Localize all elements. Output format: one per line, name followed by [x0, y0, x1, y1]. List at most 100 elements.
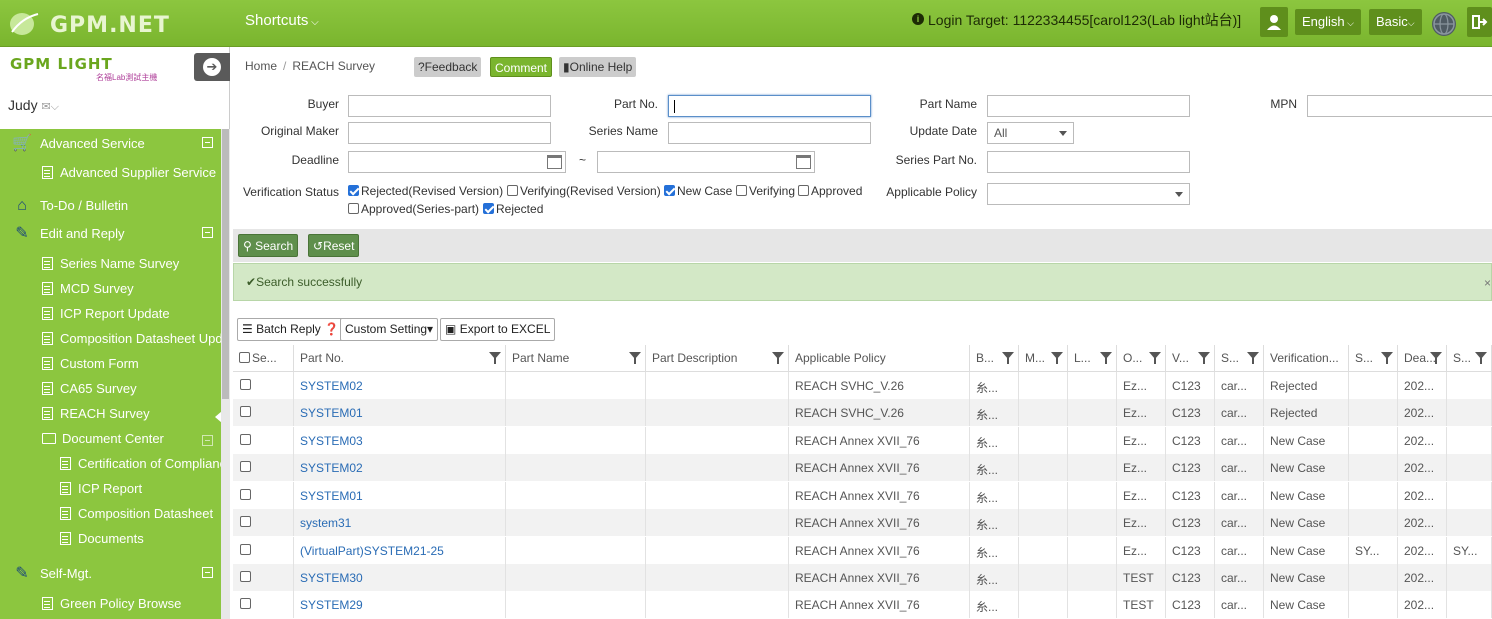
table-row[interactable]: (VirtualPart)SYSTEM21-25 REACH Annex XVII… [233, 537, 1492, 564]
series-part-no-input[interactable] [987, 151, 1190, 173]
filter-icon[interactable] [1198, 352, 1210, 364]
menu-edit-and-reply[interactable]: ✎ Edit and Reply [12, 223, 124, 243]
status-approved-checkbox[interactable]: Approved [798, 184, 862, 198]
online-help-button[interactable]: ▮Online Help [559, 57, 637, 77]
row-checkbox[interactable] [240, 461, 251, 472]
status-new-case-checkbox[interactable]: New Case [664, 184, 732, 198]
row-checkbox[interactable] [240, 379, 251, 390]
part-no-link[interactable]: SYSTEM02 [294, 454, 506, 481]
shortcuts-menu[interactable]: Shortcuts ⌵ [245, 12, 319, 29]
language-select[interactable]: English ⌵ [1295, 9, 1361, 35]
status-rejected-revised-checkbox[interactable]: Rejected(Revised Version) [348, 184, 503, 198]
comment-button[interactable]: Comment [490, 57, 553, 77]
column-header[interactable]: S... [1215, 345, 1264, 372]
breadcrumb-home[interactable]: Home [245, 59, 277, 73]
filter-icon[interactable] [1051, 352, 1063, 364]
mpn-input[interactable] [1307, 95, 1492, 117]
column-header[interactable]: L... [1068, 345, 1117, 372]
globe-icon[interactable] [1432, 12, 1456, 36]
column-header[interactable]: Part Name [506, 345, 646, 372]
calendar-icon[interactable] [796, 155, 811, 169]
mode-select[interactable]: Basic⌵ [1369, 9, 1422, 35]
table-row[interactable]: SYSTEM29 REACH Annex XVII_76 糸... TEST C123 c… [233, 591, 1492, 618]
menu-ca65-survey[interactable]: CA65 Survey [42, 381, 137, 396]
menu-documents[interactable]: Documents [60, 531, 144, 546]
collapse-icon[interactable] [202, 227, 213, 238]
column-header[interactable]: S... [1447, 345, 1492, 372]
column-header[interactable]: Dea... [1398, 345, 1447, 372]
gpm-net-logo[interactable]: GPM.NET [8, 8, 169, 40]
menu-composition-datasheet-update[interactable]: Composition Datasheet Update [42, 331, 221, 346]
custom-setting-button[interactable]: Custom Setting▾ [340, 318, 439, 341]
status-verifying-checkbox[interactable]: Verifying [736, 184, 795, 198]
calendar-icon[interactable] [547, 155, 562, 169]
menu-icp-report[interactable]: ICP Report [60, 481, 142, 496]
series-name-input[interactable] [668, 122, 871, 144]
part-no-link[interactable]: SYSTEM29 [294, 591, 506, 618]
table-row[interactable]: SYSTEM02 REACH Annex XVII_76 糸... Ez... C123… [233, 454, 1492, 481]
row-checkbox[interactable] [240, 489, 251, 500]
search-button[interactable]: ⚲ Search [238, 234, 299, 257]
status-verifying-revised-checkbox[interactable]: Verifying(Revised Version) [507, 184, 661, 198]
user-menu[interactable]: Judy ✉⌵ [8, 97, 59, 114]
user-button[interactable] [1260, 7, 1288, 37]
original-maker-input[interactable] [348, 122, 551, 144]
logout-button[interactable] [1467, 7, 1492, 37]
menu-advanced-service[interactable]: 🛒 Advanced Service [12, 133, 145, 153]
menu-todo-bulletin[interactable]: ⌂ To-Do / Bulletin [12, 197, 128, 215]
menu-green-policy-browse[interactable]: Green Policy Browse [42, 596, 181, 611]
column-header[interactable]: M... [1019, 345, 1068, 372]
filter-icon[interactable] [1100, 352, 1112, 364]
column-header[interactable]: B... [970, 345, 1019, 372]
update-date-select[interactable]: All [987, 122, 1074, 144]
column-header[interactable]: Verification... [1264, 345, 1349, 372]
batch-reply-button[interactable]: ☰ Batch Reply ❓ [237, 318, 345, 341]
collapse-icon[interactable] [202, 435, 213, 446]
filter-icon[interactable] [772, 352, 784, 364]
menu-icp-report-update[interactable]: ICP Report Update [42, 306, 170, 321]
table-row[interactable]: SYSTEM01 REACH Annex XVII_76 糸... Ez... C123… [233, 482, 1492, 509]
column-header[interactable]: Part Description [646, 345, 789, 372]
status-rejected-checkbox[interactable]: Rejected [483, 202, 543, 216]
column-header[interactable]: Part No. [294, 345, 506, 372]
feedback-button[interactable]: ?Feedback [414, 57, 482, 77]
filter-icon[interactable] [489, 352, 501, 364]
select-all-checkbox[interactable] [239, 352, 250, 363]
column-header[interactable]: Se... [233, 345, 294, 372]
deadline-from-input[interactable] [348, 151, 566, 173]
menu-mcd-survey[interactable]: MCD Survey [42, 281, 134, 296]
table-row[interactable]: SYSTEM01 REACH SVHC_V.26 糸... Ez... C123 car.… [233, 399, 1492, 426]
row-checkbox[interactable] [240, 516, 251, 527]
part-no-link[interactable]: SYSTEM30 [294, 564, 506, 591]
row-checkbox[interactable] [240, 571, 251, 582]
table-row[interactable]: SYSTEM02 REACH SVHC_V.26 糸... Ez... C123 car.… [233, 372, 1492, 399]
menu-self-mgt[interactable]: ✎ Self-Mgt. [12, 563, 92, 583]
row-checkbox[interactable] [240, 544, 251, 555]
part-no-link[interactable]: system31 [294, 509, 506, 536]
menu-certification-of-compliance[interactable]: Certification of Compliance [60, 456, 221, 471]
column-header[interactable]: Applicable Policy [789, 345, 970, 372]
filter-icon[interactable] [1381, 352, 1393, 364]
status-approved-series-checkbox[interactable]: Approved(Series-part) [348, 202, 479, 216]
table-row[interactable]: SYSTEM30 REACH Annex XVII_76 糸... TEST C123 c… [233, 564, 1492, 591]
sidebar-scrollbar[interactable] [221, 129, 230, 619]
collapse-sidebar-button[interactable]: ➔ [194, 53, 230, 81]
table-row[interactable]: system31 REACH Annex XVII_76 糸... Ez... C123… [233, 509, 1492, 536]
column-header[interactable]: V... [1166, 345, 1215, 372]
reset-button[interactable]: ↺Reset [308, 234, 360, 257]
row-checkbox[interactable] [240, 406, 251, 417]
part-no-input[interactable] [668, 95, 871, 117]
menu-document-center[interactable]: Document Center [42, 431, 164, 446]
menu-reach-survey[interactable]: REACH Survey [42, 406, 150, 421]
part-no-link[interactable]: SYSTEM01 [294, 399, 506, 426]
menu-advanced-supplier-service[interactable]: Advanced Supplier Service [42, 165, 216, 180]
menu-composition-datasheet[interactable]: Composition Datasheet [60, 506, 213, 521]
filter-icon[interactable] [1430, 352, 1442, 364]
export-excel-button[interactable]: ▣ Export to EXCEL [440, 318, 556, 341]
scrollbar-thumb[interactable] [222, 129, 229, 399]
deadline-to-input[interactable] [597, 151, 815, 173]
column-header[interactable]: O... [1117, 345, 1166, 372]
menu-custom-form[interactable]: Custom Form [42, 356, 139, 371]
filter-icon[interactable] [1149, 352, 1161, 364]
part-name-input[interactable] [987, 95, 1190, 117]
